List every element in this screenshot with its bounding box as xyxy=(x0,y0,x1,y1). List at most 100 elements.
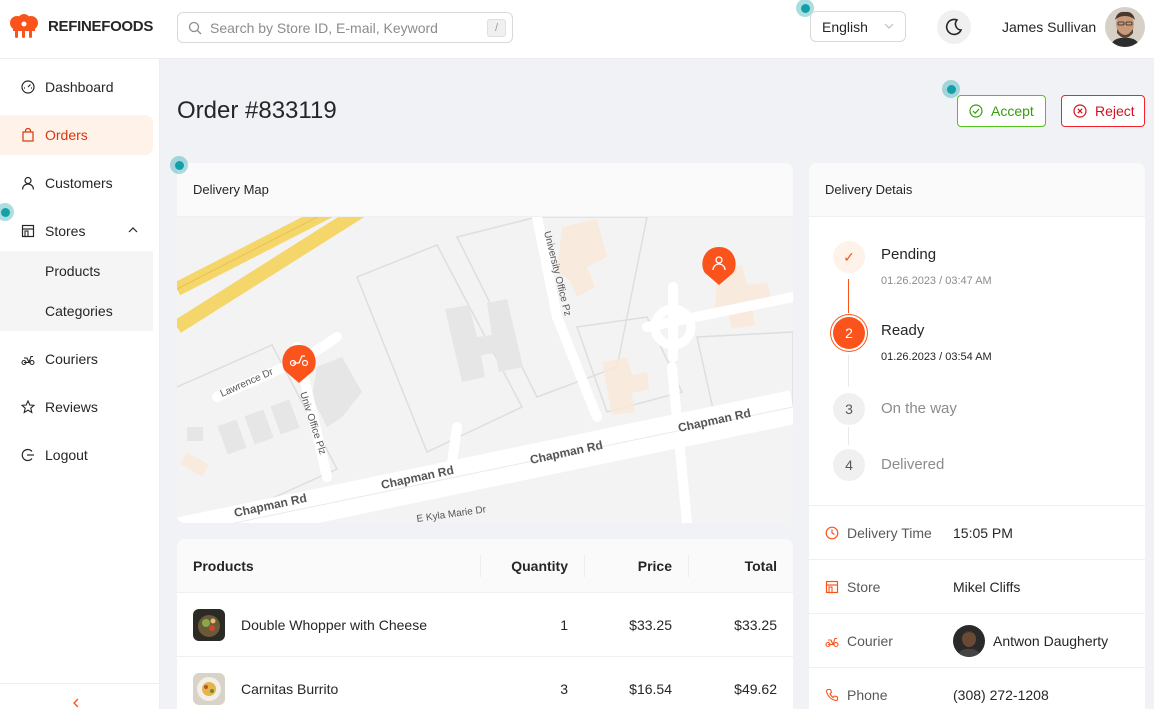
sidebar-item-label: Logout xyxy=(45,447,88,463)
step-title: Pending xyxy=(881,246,937,263)
chevron-down-icon xyxy=(884,23,894,29)
step-connector xyxy=(848,279,849,313)
card-title: Delivery Detais xyxy=(809,163,1145,217)
theme-toggle-button[interactable] xyxy=(937,10,971,44)
step-number: 3 xyxy=(833,393,865,425)
product-name: Carnitas Burrito xyxy=(241,680,339,697)
collapse-sidebar-icon[interactable] xyxy=(72,698,80,708)
courier-value[interactable]: Antwon Daugherty xyxy=(953,624,1109,657)
delivery-map[interactable]: Chapman Rd Chapman Rd Chapman Rd Chapman… xyxy=(177,200,793,523)
delivery-map-card: Delivery Map Chapman Rd Chapman Rd Chapm… xyxy=(177,163,793,523)
language-select[interactable]: English xyxy=(810,11,906,42)
step-title: Delivered xyxy=(881,456,945,473)
dashboard-icon xyxy=(21,80,35,94)
user-avatar[interactable] xyxy=(1105,7,1145,47)
accept-button[interactable]: Accept xyxy=(957,95,1046,127)
courier-avatar xyxy=(953,624,985,657)
total-cell: $49.62 xyxy=(734,680,777,697)
step-connector xyxy=(848,355,849,387)
step-title: On the way xyxy=(881,400,957,417)
shopping-bag-icon xyxy=(21,128,35,142)
store-icon xyxy=(825,580,839,594)
phone-value[interactable]: (308) 272-1208 xyxy=(953,687,1049,703)
info-label-text: Phone xyxy=(847,686,888,703)
accept-button-label: Accept xyxy=(991,103,1034,119)
sidebar-item-logout[interactable]: Logout xyxy=(0,435,153,475)
sidebar-item-customers[interactable]: Customers xyxy=(0,163,153,203)
clock-icon xyxy=(825,526,839,540)
step-number: 2 xyxy=(833,317,865,349)
sidebar-item-dashboard[interactable]: Dashboard xyxy=(0,67,153,107)
check-circle-icon xyxy=(969,104,983,118)
chevron-up-icon xyxy=(128,227,138,233)
info-label-text: Delivery Time xyxy=(847,524,932,541)
card-title: Delivery Map xyxy=(177,163,793,217)
page-title: Order #833119 xyxy=(177,97,337,124)
product-cell: Double Whopper with Cheese xyxy=(177,608,480,641)
price-cell: $33.25 xyxy=(629,616,672,633)
store-value[interactable]: Mikel Cliffs xyxy=(953,579,1020,595)
reject-button[interactable]: Reject xyxy=(1061,95,1145,127)
sidebar: Dashboard Orders Customers Stores Produc… xyxy=(0,59,160,709)
language-value: English xyxy=(822,18,868,35)
info-label-text: Courier xyxy=(847,632,893,649)
sidebar-item-reviews[interactable]: Reviews xyxy=(0,387,153,427)
courier-row: Courier Antwon Daugherty xyxy=(809,613,1145,667)
sidebar-item-categories[interactable]: Categories xyxy=(0,291,153,331)
delivery-time-row: Delivery Time 15:05 PM xyxy=(809,505,1145,559)
info-label: Phone xyxy=(825,687,887,703)
quantity-cell: 1 xyxy=(560,616,568,633)
search-icon xyxy=(188,21,202,34)
product-image xyxy=(193,608,225,641)
user-icon xyxy=(21,176,35,190)
sidebar-item-label: Couriers xyxy=(45,351,98,367)
sidebar-item-label: Customers xyxy=(45,175,113,191)
sidebar-item-products[interactable]: Products xyxy=(0,251,153,291)
info-label: Store xyxy=(825,579,880,595)
column-header-price: Price xyxy=(584,539,688,593)
store-icon xyxy=(21,224,35,238)
search-shortcut-badge: / xyxy=(487,19,506,37)
sidebar-footer xyxy=(0,683,159,709)
delivery-time-value: 15:05 PM xyxy=(953,524,1013,541)
products-table: Products Quantity Price Total Double Who… xyxy=(177,539,793,709)
brand-logo[interactable]: REFINEFOODS xyxy=(9,14,153,39)
logo-icon xyxy=(10,14,38,38)
search-box[interactable]: / xyxy=(177,12,513,43)
phone-row: Phone (308) 272-1208 xyxy=(809,667,1145,709)
quantity-cell: 3 xyxy=(560,680,568,697)
scooter-icon xyxy=(21,352,35,366)
total-cell: $33.25 xyxy=(734,616,777,633)
star-icon xyxy=(21,400,35,414)
sidebar-item-label: Reviews xyxy=(45,399,98,415)
moon-icon xyxy=(945,18,963,36)
step-title: Ready xyxy=(881,322,925,339)
sidebar-item-label: Dashboard xyxy=(45,79,114,95)
sidebar-item-label: Orders xyxy=(45,127,88,143)
table-header: Products Quantity Price Total xyxy=(177,539,793,593)
delivery-steps: ✓ Pending 01.26.2023 / 03:47 AM 2 Ready … xyxy=(809,217,1145,505)
column-header-total: Total xyxy=(688,539,793,593)
reject-button-label: Reject xyxy=(1095,103,1135,119)
stores-submenu: Products Categories xyxy=(0,251,153,331)
courier-name: Antwon Daugherty xyxy=(993,632,1109,649)
phone-icon xyxy=(825,688,839,702)
search-input[interactable] xyxy=(210,19,480,36)
info-label: Courier xyxy=(825,633,893,649)
user-name[interactable]: James Sullivan xyxy=(1002,19,1096,35)
store-row: Store Mikel Cliffs xyxy=(809,559,1145,613)
sidebar-item-stores[interactable]: Stores xyxy=(0,211,153,251)
sidebar-item-couriers[interactable]: Couriers xyxy=(0,339,153,379)
info-label-text: Store xyxy=(847,578,881,595)
table-row[interactable]: Carnitas Burrito 3 $16.54 $49.62 xyxy=(177,657,793,709)
logout-icon xyxy=(21,448,35,462)
delivery-details-card: Delivery Detais ✓ Pending 01.26.2023 / 0… xyxy=(809,163,1145,709)
product-name: Double Whopper with Cheese xyxy=(241,616,427,633)
sidebar-item-orders[interactable]: Orders xyxy=(0,115,153,155)
top-header: REFINEFOODS / English James Sullivan xyxy=(0,0,1154,59)
hotspot-marker xyxy=(170,156,188,174)
scooter-icon xyxy=(825,634,839,648)
info-label: Delivery Time xyxy=(825,525,932,541)
table-row[interactable]: Double Whopper with Cheese 1 $33.25 $33.… xyxy=(177,593,793,657)
step-connector xyxy=(848,427,849,445)
